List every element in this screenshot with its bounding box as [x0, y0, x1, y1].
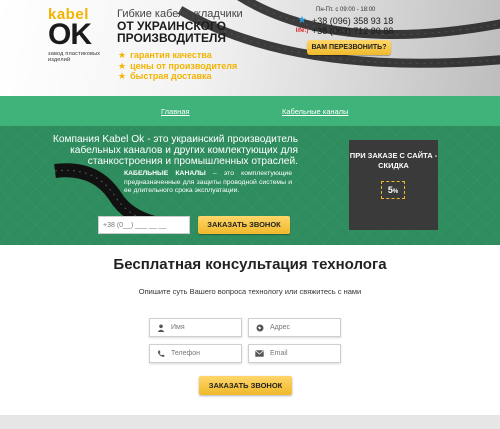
working-hours: Пн-Пт. с 09:00 - 18:00	[316, 7, 376, 13]
globe-icon	[255, 323, 264, 332]
envelope-icon	[255, 349, 264, 358]
phone-icon	[156, 349, 165, 358]
logo-ok-text: OK	[48, 18, 92, 51]
nav-item-cable-channels[interactable]: Кабельные каналы	[282, 107, 348, 116]
benefit-item: ★ быстрая доставка	[118, 71, 237, 82]
callback-button[interactable]: ВАМ ПЕРЕЗВОНИТЬ?	[307, 40, 391, 55]
footer-strip	[0, 415, 500, 429]
name-placeholder: Имя	[171, 324, 185, 331]
header-title-line2: ОТ УКРАИНСКОГО ПРОИЗВОДИТЕЛЯ	[117, 19, 227, 45]
benefit-label: гарантия качества	[130, 50, 212, 60]
logo-tagline: завод пластиковых изделий	[48, 51, 101, 63]
hero-lead-text: Компания Kabel Ok - это украинский произ…	[52, 134, 298, 167]
phone-number[interactable]: +38 (096) 358 93 18	[312, 16, 393, 26]
promo-badge: 5%	[381, 181, 405, 199]
phone-field[interactable]: Телефон	[149, 344, 242, 363]
nav-item-home[interactable]: Главная	[161, 107, 190, 116]
discount-promo: ПРИ ЗАКАЗЕ С САЙТА - СКИДКА 5%	[349, 140, 438, 230]
email-placeholder: Email	[270, 350, 288, 357]
phone-number[interactable]: +38 (063) 712 80 88	[312, 26, 393, 36]
hero-phone-input[interactable]	[98, 216, 190, 234]
address-field[interactable]: Адрес	[248, 318, 341, 337]
hero-description: КАБЕЛЬНЫЕ КАНАЛЫ – это комплектующие пре…	[124, 170, 292, 196]
consult-order-call-button[interactable]: ЗАКАЗАТЬ ЗВОНОК	[199, 376, 292, 395]
logo[interactable]: kabel OK завод пластиковых изделий	[48, 7, 110, 63]
benefit-item: ★ гарантия качества	[118, 50, 237, 61]
site-header: kabel OK завод пластиковых изделий Гибки…	[0, 0, 500, 96]
phone-row-kyivstar[interactable]: ★ +38 (096) 358 93 18	[292, 15, 394, 26]
benefit-label: цены от производителя	[130, 60, 238, 71]
phone-row-life[interactable]: life:) +38 (063) 712 80 88	[292, 26, 394, 36]
main-nav: Главная Кабельные каналы	[0, 96, 500, 126]
life-icon: life:)	[295, 28, 309, 34]
kyivstar-star-icon: ★	[297, 15, 307, 26]
promo-unit: %	[392, 189, 399, 195]
benefit-label: быстрая доставка	[130, 71, 212, 81]
hero-desc-bold: КАБЕЛЬНЫЕ КАНАЛЫ	[124, 170, 206, 177]
consult-title: Бесплатная консультация технолога	[113, 256, 387, 273]
star-icon: ★	[118, 50, 127, 60]
phone-placeholder: Телефон	[171, 350, 201, 357]
user-icon	[156, 323, 165, 332]
star-icon: ★	[118, 71, 127, 81]
header-title: Гибкие кабелеукладчики ОТ УКРАИНСКОГО ПР…	[117, 8, 267, 44]
email-field[interactable]: Email	[248, 344, 341, 363]
benefits-list: ★ гарантия качества ★ цены от производител…	[118, 50, 237, 82]
hero-order-call-button[interactable]: ЗАКАЗАТЬ ЗВОНОК	[198, 216, 290, 234]
consult-subtitle: Опишите суть Вашего вопроса технологу ил…	[138, 287, 362, 296]
star-icon: ★	[118, 60, 127, 71]
name-field[interactable]: Имя	[149, 318, 242, 337]
address-placeholder: Адрес	[270, 324, 291, 331]
benefit-item: ★ цены от производителя	[118, 61, 237, 72]
promo-text: ПРИ ЗАКАЗЕ С САЙТА - СКИДКА	[349, 151, 438, 170]
